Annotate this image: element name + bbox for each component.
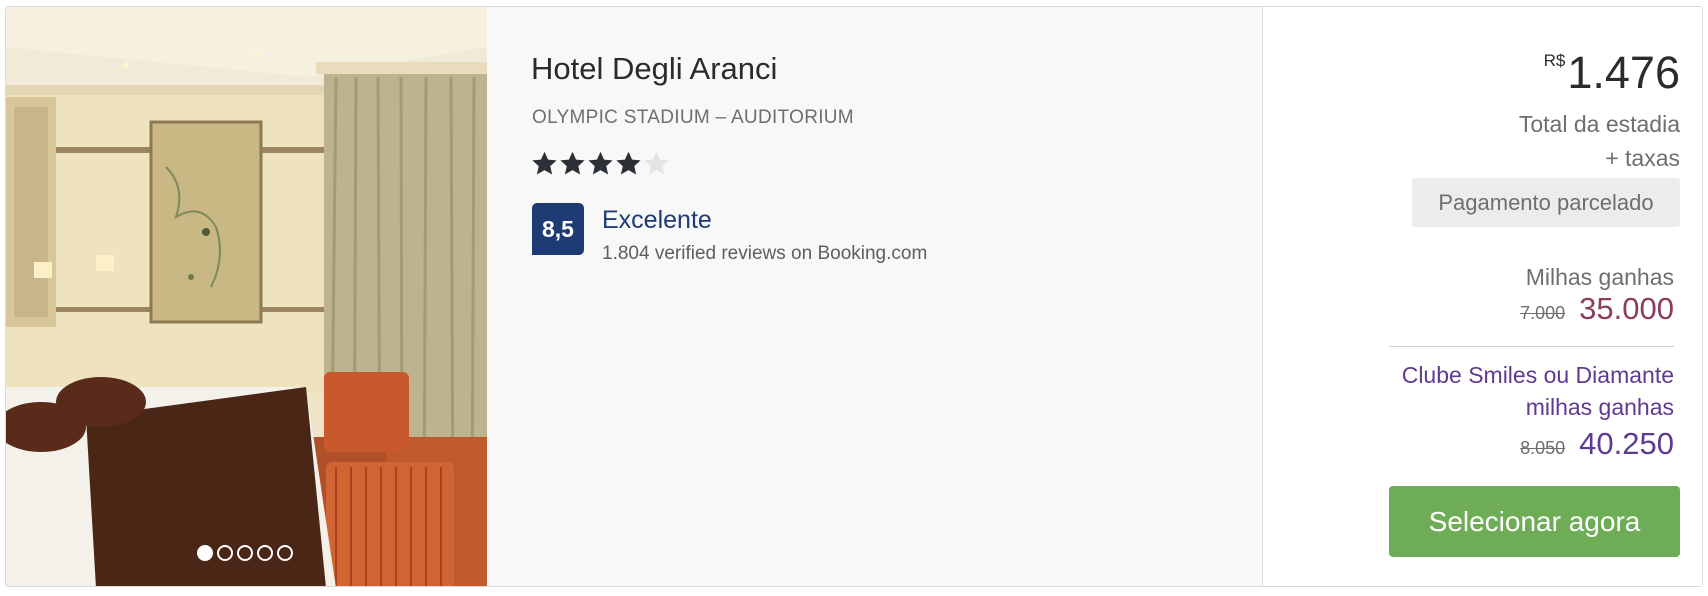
- price-currency: R$: [1543, 51, 1566, 70]
- divider: [1389, 346, 1674, 347]
- select-now-button[interactable]: Selecionar agora: [1389, 486, 1680, 557]
- club-miles-label: Clube Smiles ou Diamante milhas ganhas: [1402, 359, 1674, 423]
- miles-row: 7.000 35.000: [1520, 291, 1674, 327]
- star-icon: [560, 151, 585, 175]
- gallery-dot[interactable]: [257, 545, 273, 561]
- total-stay-label: Total da estadia: [1518, 111, 1680, 137]
- miles-old-value: 7.000: [1520, 303, 1566, 323]
- miles-value: 35.000: [1579, 291, 1674, 326]
- club-label-line2: milhas ganhas: [1525, 394, 1674, 420]
- gallery-dot[interactable]: [277, 545, 293, 561]
- gallery-dots: [197, 545, 293, 561]
- price-amount: 1.476: [1567, 47, 1680, 98]
- club-miles-row: 8.050 40.250: [1520, 426, 1674, 462]
- club-miles-old-value: 8.050: [1520, 438, 1566, 458]
- gallery-dot[interactable]: [237, 545, 253, 561]
- club-label-line1: Clube Smiles ou Diamante: [1401, 362, 1674, 388]
- review-score-label: Excelente: [602, 206, 712, 234]
- hotel-room-image: [6, 7, 487, 586]
- review-count: 1.804 verified reviews on Booking.com: [602, 243, 928, 264]
- price-panel: R$1.476 Total da estadia + taxas Pagamen…: [1262, 7, 1702, 586]
- hotel-photo[interactable]: [6, 7, 487, 586]
- price: R$1.476: [1544, 47, 1680, 99]
- star-icon: [616, 151, 641, 175]
- installment-badge: Pagamento parcelado: [1412, 178, 1680, 227]
- star-icon: [588, 151, 613, 175]
- review-score-badge: 8,5: [532, 203, 584, 255]
- gallery-dot[interactable]: [217, 545, 233, 561]
- taxes-label: + taxas: [1605, 145, 1680, 171]
- miles-label: Milhas ganhas: [1525, 264, 1674, 290]
- gallery-dot[interactable]: [197, 545, 213, 561]
- hotel-location: OLYMPIC STADIUM – AUDITORIUM: [532, 107, 854, 128]
- hotel-card: Hotel Degli Aranci OLYMPIC STADIUM – AUD…: [5, 6, 1703, 587]
- star-rating: [531, 150, 670, 177]
- hotel-name[interactable]: Hotel Degli Aranci: [531, 51, 777, 87]
- star-icon: [644, 151, 669, 175]
- hotel-info: Hotel Degli Aranci OLYMPIC STADIUM – AUD…: [487, 7, 1267, 586]
- club-miles-value: 40.250: [1579, 426, 1674, 461]
- star-icon: [532, 151, 557, 175]
